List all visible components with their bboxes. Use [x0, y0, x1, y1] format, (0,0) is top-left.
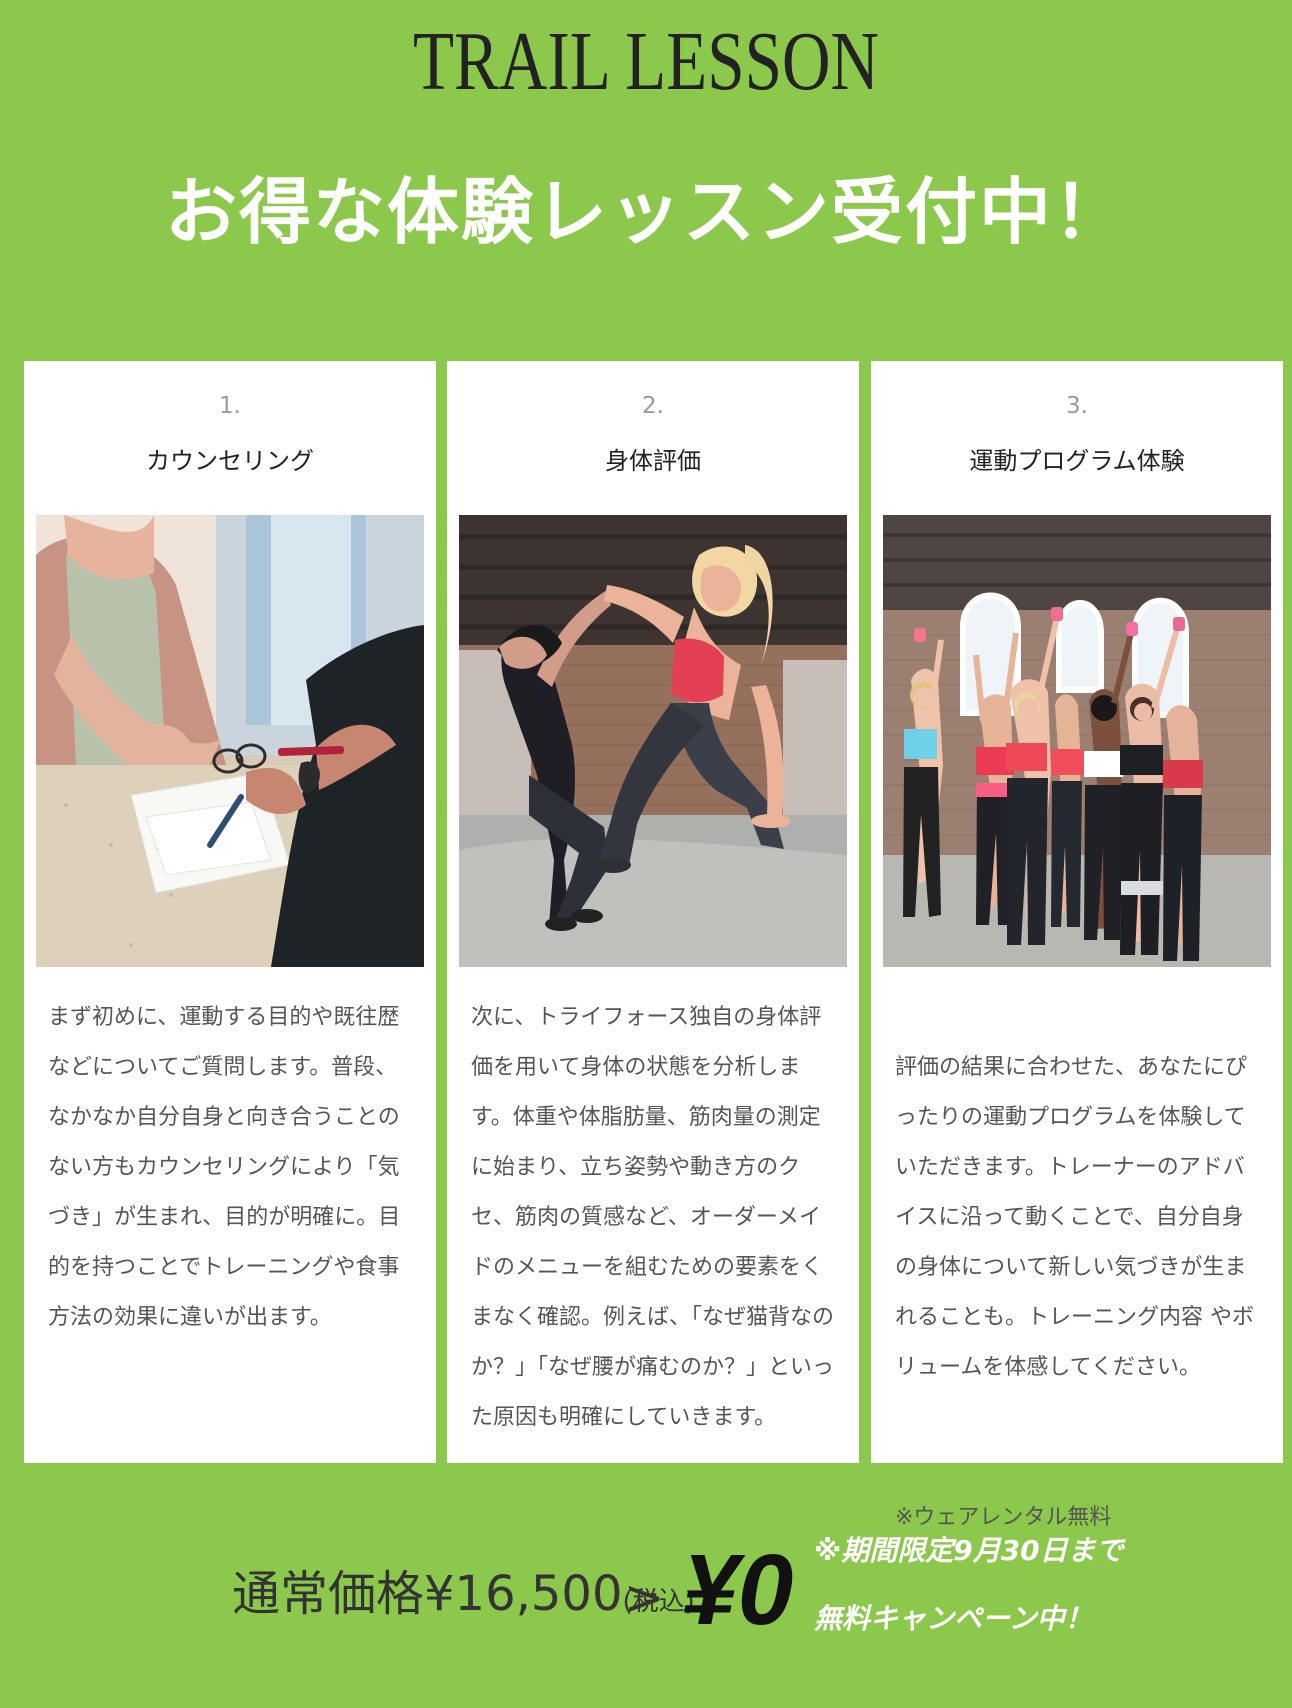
page-title: TRAIL LESSON	[412, 15, 880, 108]
step-description: 評価の結果に合わせた、あなたにぴったりの運動プログラムを体験していただきます。ト…	[895, 993, 1265, 1543]
campaign-price-area: 通常価格¥16,500(税込) > ¥0 ※期間限定9月30日まで 無料キャンペ…	[0, 1516, 1292, 1656]
campaign-period: ※期間限定9月30日まで	[814, 1534, 1124, 1567]
price-arrow: >	[624, 1570, 665, 1626]
regular-price-text: 通常価格¥16,500	[232, 1566, 623, 1622]
step-number: 3.	[1066, 393, 1088, 419]
step-card-body-assessment: 2. 身体評価 次に、トライフォース独自の身体評価を用いて身体の状態を分析します…	[447, 361, 859, 1463]
assessment-photo	[459, 515, 847, 967]
step-card-counseling: 1. カウンセリング まず初めに、運動する目的や既往歴などについてご質問します。…	[24, 361, 436, 1463]
step-title: カウンセリング	[146, 447, 314, 475]
step-number: 2.	[642, 393, 664, 419]
step-number: 1.	[219, 393, 241, 419]
campaign-price: ¥0	[682, 1534, 794, 1646]
counseling-photo	[36, 515, 424, 967]
group-workout-photo	[883, 515, 1271, 967]
campaign-note: 無料キャンペーン中！	[814, 1602, 1093, 1635]
campaign-headline: お得な体験レッスン受付中！	[164, 170, 1127, 254]
trail-lesson-page: TRAIL LESSON お得な体験レッスン受付中！ 1. カウンセリング まず…	[0, 0, 1292, 1708]
step-description: まず初めに、運動する目的や既往歴などについてご質問します。普段、なかなか自分自身…	[48, 1005, 401, 1330]
step-description-text: 評価の結果に合わせた、あなたにぴったりの運動プログラムを体験していただきます。ト…	[895, 1055, 1254, 1380]
lesson-steps: 1. カウンセリング まず初めに、運動する目的や既往歴などについてご質問します。…	[24, 361, 1283, 1530]
step-description: 次に、トライフォース独自の身体評価を用いて身体の状態を分析します。体重や体脂肪量…	[471, 1005, 835, 1430]
step-card-exercise-program: 3. 運動プログラム体験 評価の結果に合わせた、あなたにぴったりの運動プログラム…	[871, 361, 1283, 1530]
step-title: 運動プログラム体験	[969, 447, 1185, 475]
step-title: 身体評価	[605, 447, 701, 475]
